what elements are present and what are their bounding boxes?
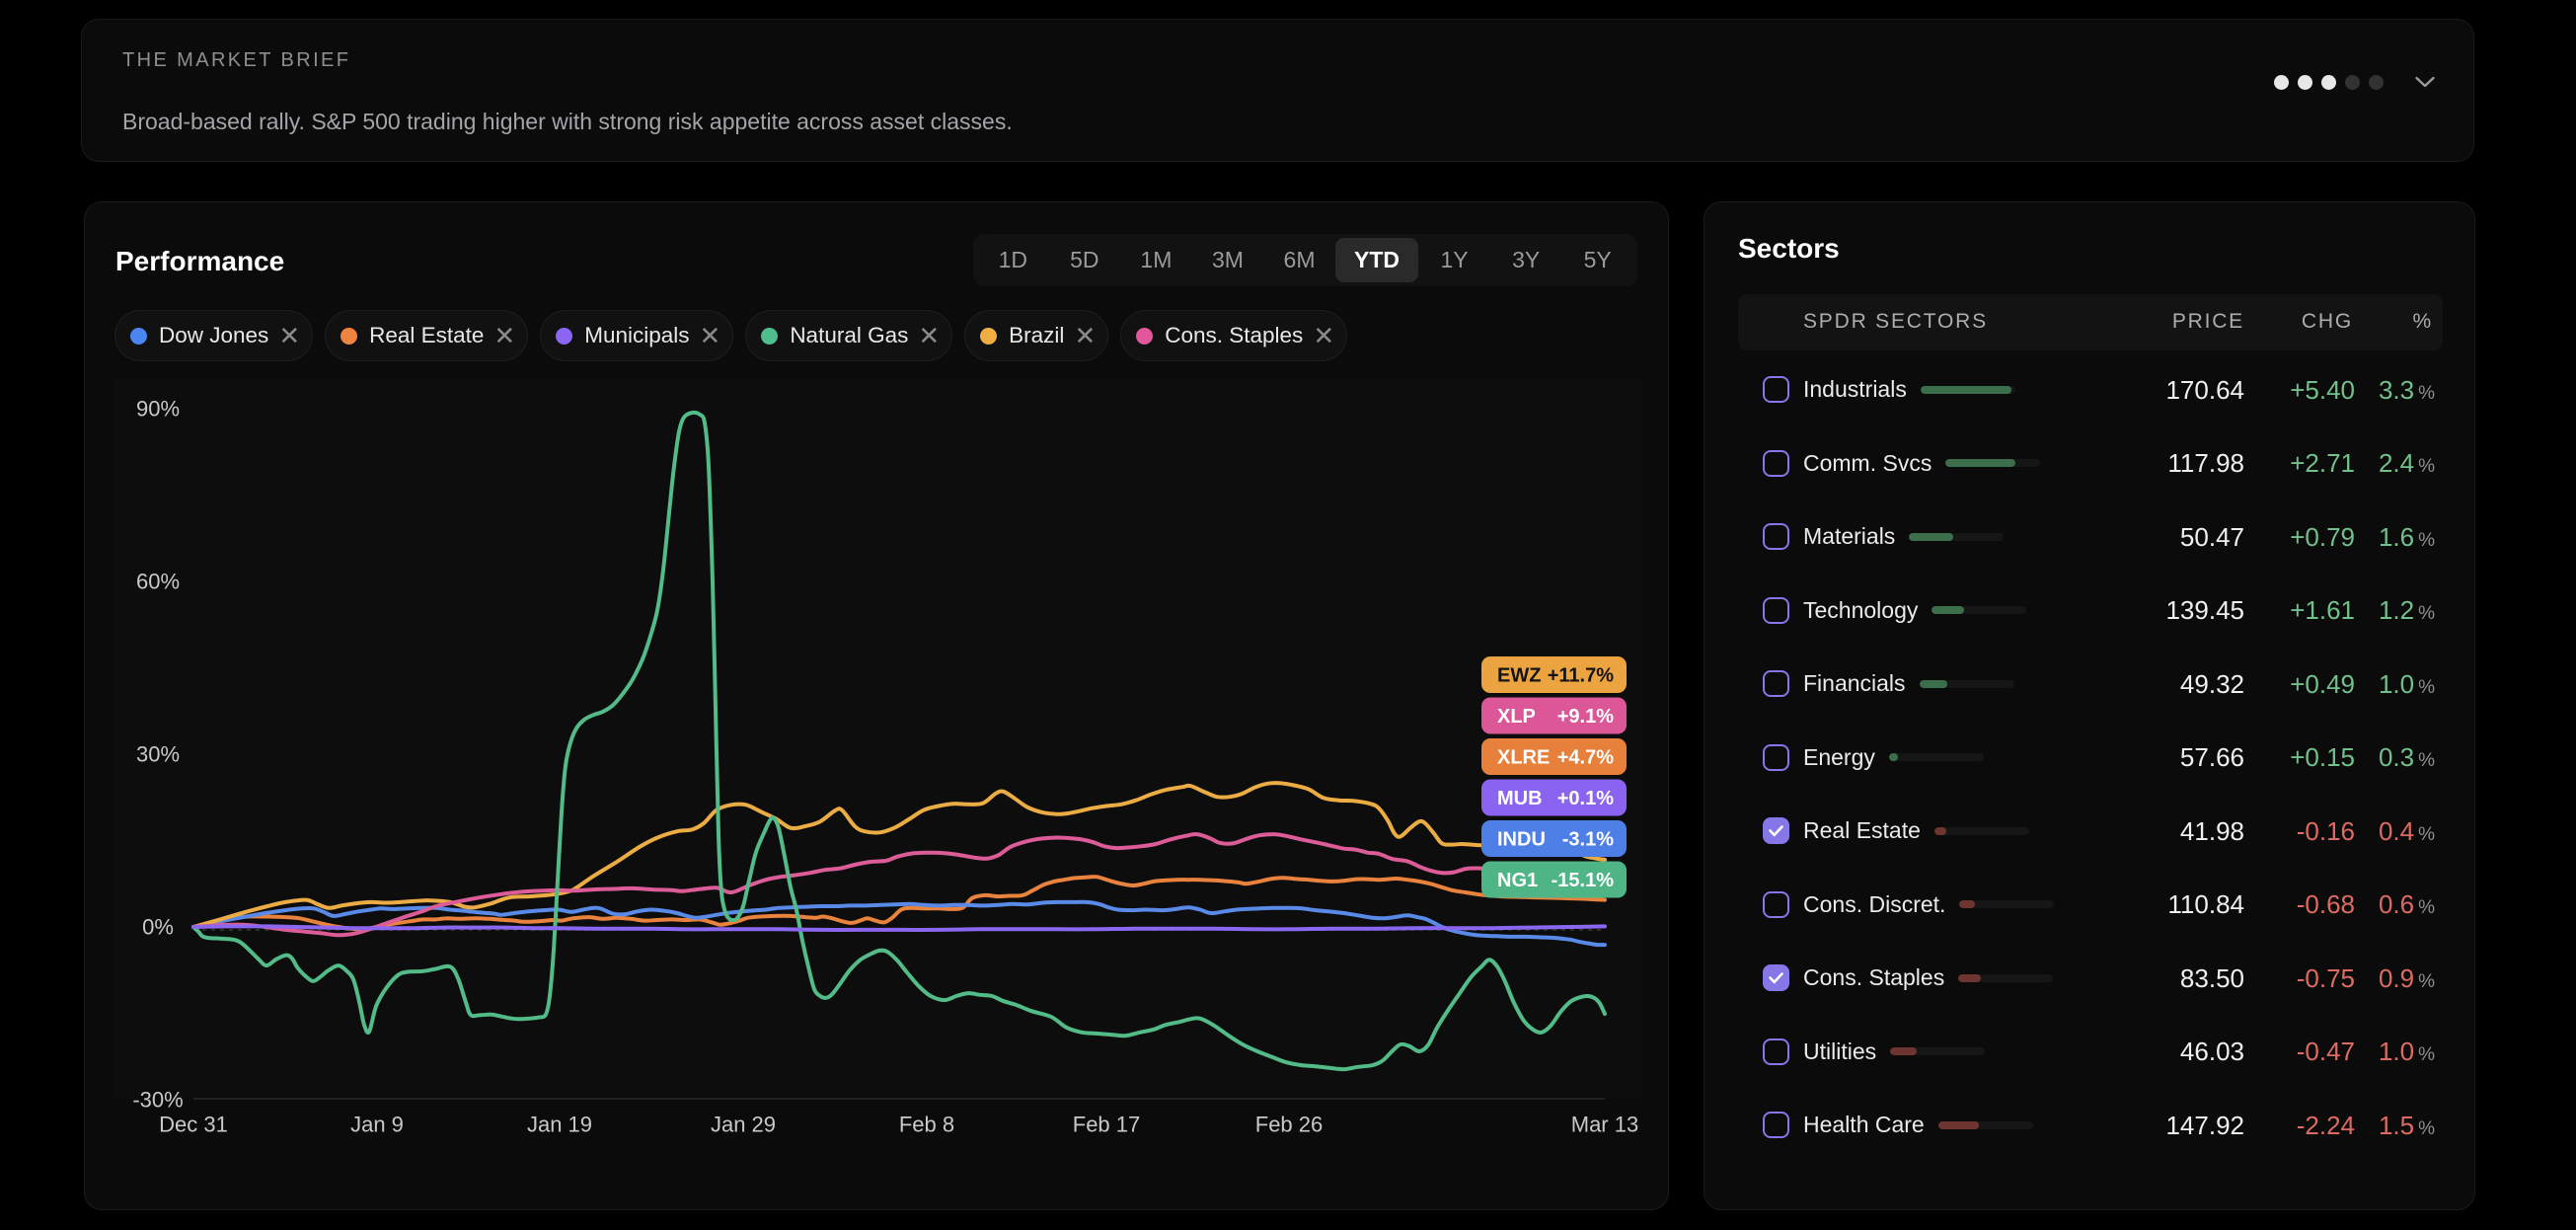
svg-text:NG1: NG1 <box>1497 870 1538 891</box>
svg-text:Jan 9: Jan 9 <box>350 1113 404 1137</box>
svg-text:EWZ: EWZ <box>1497 665 1541 687</box>
svg-text:+11.7%: +11.7% <box>1548 665 1615 687</box>
svg-text:Feb 17: Feb 17 <box>1073 1113 1141 1137</box>
svg-text:0%: 0% <box>142 915 174 940</box>
svg-text:Feb 26: Feb 26 <box>1255 1113 1324 1137</box>
svg-text:Dec 31: Dec 31 <box>159 1113 228 1137</box>
svg-text:MUB: MUB <box>1497 788 1543 809</box>
svg-text:+4.7%: +4.7% <box>1557 747 1614 769</box>
svg-text:Feb 8: Feb 8 <box>899 1113 954 1137</box>
svg-text:XLRE: XLRE <box>1497 747 1550 769</box>
svg-text:-15.1%: -15.1% <box>1552 870 1615 891</box>
svg-text:Jan 19: Jan 19 <box>527 1113 592 1137</box>
svg-text:Mar 13: Mar 13 <box>1571 1113 1638 1137</box>
svg-text:Jan 29: Jan 29 <box>711 1113 776 1137</box>
svg-text:+0.1%: +0.1% <box>1557 788 1614 809</box>
svg-text:INDU: INDU <box>1497 829 1546 851</box>
svg-text:-3.1%: -3.1% <box>1562 829 1614 851</box>
svg-text:60%: 60% <box>136 570 180 594</box>
svg-text:-30%: -30% <box>132 1088 183 1113</box>
svg-text:30%: 30% <box>136 742 180 767</box>
svg-text:90%: 90% <box>136 397 180 422</box>
svg-text:XLP: XLP <box>1497 706 1536 728</box>
svg-text:+9.1%: +9.1% <box>1557 706 1614 728</box>
